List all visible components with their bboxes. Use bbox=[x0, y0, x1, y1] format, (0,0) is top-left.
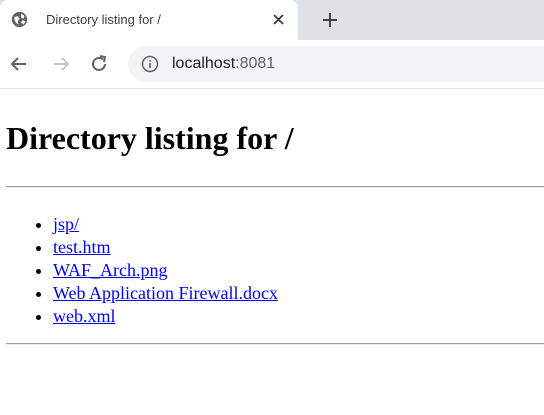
list-item: jsp/ bbox=[53, 213, 278, 236]
list-item: test.htm bbox=[53, 236, 278, 259]
file-link-waf-arch-png[interactable]: WAF_Arch.png bbox=[53, 260, 168, 280]
address-url[interactable]: localhost:8081 bbox=[172, 55, 275, 73]
tab-title: Directory listing for / bbox=[46, 12, 161, 27]
close-icon[interactable] bbox=[270, 11, 287, 28]
plus-icon[interactable] bbox=[319, 9, 341, 31]
file-link-jsp[interactable]: jsp/ bbox=[53, 214, 79, 234]
tab-strip: Directory listing for / bbox=[0, 0, 544, 40]
globe-icon bbox=[11, 11, 28, 28]
file-link-web-xml[interactable]: web.xml bbox=[53, 306, 116, 326]
page-title: Directory listing for / bbox=[6, 120, 294, 156]
arrow-right-icon[interactable] bbox=[50, 53, 72, 75]
file-link-waf-docx[interactable]: Web Application Firewall.docx bbox=[53, 283, 278, 303]
file-list: jsp/ test.htm WAF_Arch.png Web Applicati… bbox=[6, 213, 278, 328]
browser-tab[interactable]: Directory listing for / bbox=[0, 0, 298, 40]
reload-icon[interactable] bbox=[88, 53, 110, 75]
info-icon[interactable] bbox=[141, 55, 159, 73]
url-port: :8081 bbox=[235, 55, 276, 72]
list-item: Web Application Firewall.docx bbox=[53, 282, 278, 305]
divider-top bbox=[6, 186, 544, 188]
list-item: web.xml bbox=[53, 305, 278, 328]
arrow-left-icon[interactable] bbox=[8, 53, 30, 75]
list-item: WAF_Arch.png bbox=[53, 259, 278, 282]
url-host: localhost bbox=[172, 55, 236, 72]
divider-bottom bbox=[6, 343, 544, 345]
file-link-test-htm[interactable]: test.htm bbox=[53, 237, 111, 257]
